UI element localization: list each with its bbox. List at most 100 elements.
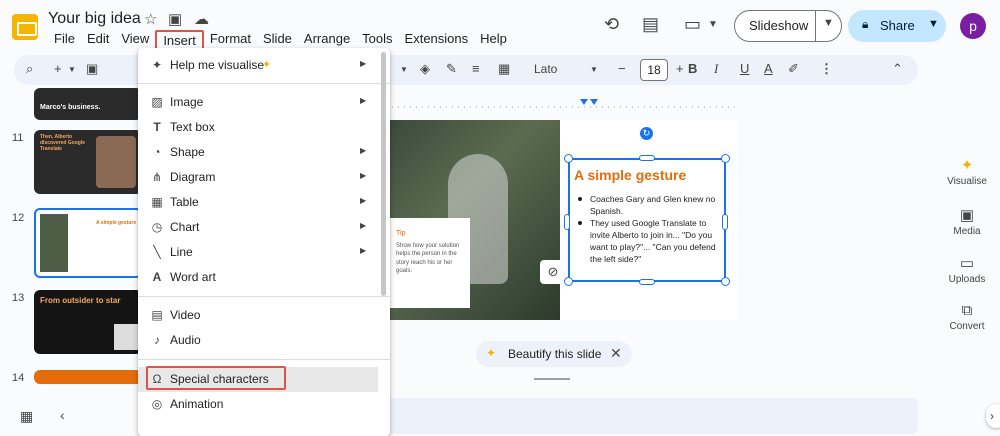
slideshow-label: Slideshow xyxy=(749,18,809,33)
slide-title[interactable]: A simple gesture xyxy=(574,167,686,183)
highlight-icon[interactable]: ✐ xyxy=(788,61,799,77)
meet-caret-icon[interactable]: ▼ xyxy=(708,19,718,30)
insert-menu-item-image[interactable]: ▨ Image ▶ xyxy=(138,90,390,115)
slide-number-11: 11 xyxy=(12,132,24,144)
tip-body: Show how your solution helps the person … xyxy=(396,243,460,275)
thumbnail-title: A simple gesture xyxy=(96,220,137,226)
thumbnail-title: From outsider to star xyxy=(40,296,121,305)
grid-view-icon[interactable]: ▦ xyxy=(20,408,33,425)
meet-video-icon[interactable]: ▭ xyxy=(684,14,701,35)
insert-menu-item-table[interactable]: ▦ Table ▶ xyxy=(138,190,390,215)
insert-menu-item-video[interactable]: ▤ Video xyxy=(138,303,390,328)
underline-icon[interactable]: U xyxy=(740,61,749,76)
thumbnail-photo xyxy=(40,214,68,272)
star-icon[interactable]: ☆ xyxy=(144,10,157,28)
collapse-filmstrip-icon[interactable]: ‹ xyxy=(60,407,65,423)
insert-menu-item-shape[interactable]: ◔ Shape ▶ xyxy=(138,140,390,165)
audio-icon: ♪ xyxy=(154,333,160,347)
side-panel-media[interactable]: ▣ Media xyxy=(942,206,992,237)
share-label: Share xyxy=(880,18,915,33)
search-menus-icon[interactable]: ⌕ xyxy=(26,61,33,77)
insert-menu-item-text-box[interactable]: T Text box xyxy=(138,115,390,140)
menu-file[interactable]: File xyxy=(48,30,81,51)
horizontal-ruler xyxy=(392,96,737,108)
expand-side-panel-icon[interactable]: › xyxy=(986,404,1000,428)
text-color-icon[interactable]: A xyxy=(764,61,773,76)
italic-icon[interactable]: I xyxy=(714,61,718,77)
rotate-handle-icon[interactable]: ↻ xyxy=(640,127,653,140)
menu-edit[interactable]: Edit xyxy=(81,30,115,51)
resize-handle-bottom-left[interactable] xyxy=(564,277,573,286)
share-caret-icon[interactable]: ▼ xyxy=(928,18,939,30)
insert-menu-item-word-art[interactable]: A Word art xyxy=(138,265,390,290)
font-size-input[interactable]: 18 xyxy=(640,59,668,81)
slide-thumbnail-11[interactable]: Then, Alberto discovered Google Translat… xyxy=(34,130,142,194)
animation-icon: ◎ xyxy=(151,397,163,411)
new-slide-icon[interactable]: + xyxy=(54,61,62,76)
border-weight-icon[interactable]: ≡ xyxy=(472,61,480,76)
insert-menu-item-animation[interactable]: ◎ Animation xyxy=(138,392,390,417)
resize-handle-top-left[interactable] xyxy=(564,154,573,163)
resize-handle-left[interactable] xyxy=(564,214,570,230)
slideshow-button[interactable]: Slideshow ▼ xyxy=(734,10,842,42)
menu-extensions[interactable]: Extensions xyxy=(399,30,475,51)
slide-thumbnail-13[interactable]: From outsider to star xyxy=(34,290,142,354)
bullet-item: Coaches Gary and Glen knew no Spanish. xyxy=(576,193,724,217)
resize-handle-bottom[interactable] xyxy=(639,279,655,285)
border-dash-icon[interactable]: ▦ xyxy=(498,61,510,77)
slide-thumbnail-14[interactable] xyxy=(34,370,142,384)
menu-item-label: Animation xyxy=(170,397,224,411)
bold-icon[interactable]: B xyxy=(688,61,697,76)
sparkle-icon: ✦ xyxy=(960,157,974,174)
submenu-arrow-icon: ▶ xyxy=(360,171,367,180)
menu-scrollbar[interactable] xyxy=(381,52,386,296)
share-button[interactable]: 🔒︎ Share ▼ xyxy=(848,10,946,42)
resize-handle-top[interactable] xyxy=(639,155,655,161)
slides-logo-icon[interactable] xyxy=(12,14,38,40)
version-history-icon[interactable]: ⟲ xyxy=(604,14,619,35)
border-color-icon[interactable]: ✎ xyxy=(446,61,457,77)
font-caret-icon[interactable]: ▼ xyxy=(590,65,598,74)
thumbnail-text: Marco's business. xyxy=(40,104,101,111)
slide-thumbnail-12[interactable]: A simple gesture xyxy=(34,208,142,278)
new-slide-caret-icon[interactable]: ▼ xyxy=(68,65,76,74)
increase-font-icon[interactable]: + xyxy=(676,61,684,76)
collapse-toolbar-icon[interactable]: ⌃ xyxy=(892,61,903,77)
font-family-select[interactable]: Lato xyxy=(534,62,557,76)
hide-image-button[interactable]: ⊘ xyxy=(540,260,566,284)
side-panel-uploads[interactable]: ▭ Uploads xyxy=(942,254,992,285)
slide-thumbnail-10[interactable]: Marco's business. xyxy=(34,88,142,120)
close-icon[interactable]: ✕ xyxy=(610,345,622,362)
slideshow-caret-icon[interactable]: ▼ xyxy=(823,17,834,29)
document-title[interactable]: Your big idea xyxy=(48,10,141,28)
menu-help[interactable]: Help xyxy=(474,30,513,51)
side-panel-visualise[interactable]: ✦ Visualise xyxy=(942,156,992,187)
more-options-icon[interactable]: ⋮ xyxy=(820,61,833,77)
image-icon: ▨ xyxy=(151,95,163,109)
tip-box[interactable]: Tip Show how your solution helps the per… xyxy=(388,218,470,308)
submenu-arrow-icon: ▶ xyxy=(360,146,367,155)
fill-color-icon[interactable]: ◈ xyxy=(420,61,430,77)
slide-bullet-list[interactable]: Coaches Gary and Glen knew no Spanish. T… xyxy=(576,193,724,265)
special-characters-highlight xyxy=(146,366,286,390)
comments-icon[interactable]: ▤ xyxy=(642,14,659,35)
resize-handle-bottom-right[interactable] xyxy=(721,277,730,286)
insert-menu-item-line[interactable]: ╲ Line ▶ xyxy=(138,240,390,265)
cloud-status-icon[interactable]: ☁ xyxy=(194,10,209,28)
insert-menu-item-diagram[interactable]: ⋔ Diagram ▶ xyxy=(138,165,390,190)
diagram-icon: ⋔ xyxy=(151,170,163,184)
beautify-chip[interactable]: ✦ Beautify this slide ✕ xyxy=(476,341,632,367)
side-panel-convert[interactable]: ⧉ Convert xyxy=(942,302,992,332)
insert-menu-item-help-me-visualise[interactable]: ✦ Help me visualise ✦ ▶ xyxy=(138,53,390,78)
resize-handle-top-right[interactable] xyxy=(721,154,730,163)
text-box-icon: T xyxy=(153,120,161,134)
insert-menu-item-audio[interactable]: ♪ Audio xyxy=(138,328,390,353)
insert-menu-item-chart[interactable]: ◷ Chart ▶ xyxy=(138,215,390,240)
move-folder-icon[interactable]: ▣ xyxy=(168,10,182,28)
menu-item-label: Audio xyxy=(170,333,201,347)
border-dash-caret-icon[interactable]: ▼ xyxy=(400,65,408,74)
insert-slide-icon[interactable]: ▣ xyxy=(86,61,98,77)
sparkle-icon: ✦ xyxy=(486,346,497,360)
avatar[interactable]: p xyxy=(960,13,986,39)
decrease-font-icon[interactable]: − xyxy=(618,61,626,76)
